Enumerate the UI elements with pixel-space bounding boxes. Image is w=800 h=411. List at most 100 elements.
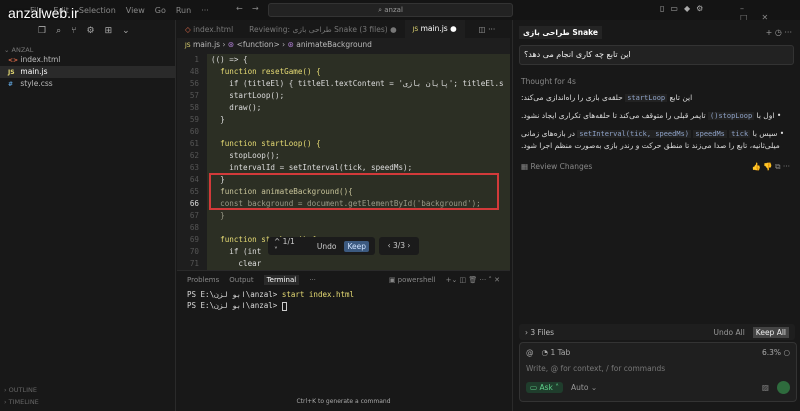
code-line: 67 }	[177, 210, 510, 222]
keep-button[interactable]: Keep	[344, 240, 369, 252]
menu-run[interactable]: Run	[176, 6, 191, 15]
line-number: 65	[189, 187, 199, 196]
layout-icons[interactable]: ▯▭◆⚙	[660, 4, 709, 13]
tab-label: main.js	[420, 24, 448, 33]
tab-problems[interactable]: Problems	[187, 276, 219, 284]
tab-main-js[interactable]: JS main.js ●	[404, 20, 465, 38]
breadcrumb-symbol[interactable]: animateBackground	[296, 40, 372, 49]
chat-panel: طراحی بازی Snake + ◷ ··· این تابع چه کاری…	[512, 20, 800, 411]
forward-arrow-icon[interactable]: →	[252, 4, 259, 13]
panel-more[interactable]: ···	[309, 276, 316, 284]
model-selector[interactable]: Auto ⌄	[571, 383, 597, 392]
outline-sections: › OUTLINE › TIMELINE	[4, 384, 39, 408]
timeline-header[interactable]: › TIMELINE	[4, 396, 39, 408]
undo-button[interactable]: Undo	[317, 242, 337, 251]
send-button[interactable]	[777, 381, 790, 394]
breadcrumb-function[interactable]: <function>	[237, 40, 280, 49]
tab-label: Reviewing: طراحی بازی Snake (3 files)	[249, 24, 388, 34]
line-number: 70	[189, 247, 199, 256]
files-label: 3 Files	[530, 327, 555, 337]
prompt: PS E:\ابو لزن\anzal>	[187, 290, 282, 299]
panel-tabs: Problems Output Terminal ··· ▣ powershel…	[177, 271, 510, 289]
extensions-icon[interactable]: ⚙	[87, 26, 95, 36]
chat-input[interactable]: Write, @ for context, / for commands	[520, 362, 796, 375]
panel-actions[interactable]: +⌄ ◫ 🗑 ··· ˄ ✕	[446, 276, 500, 284]
folder-name: ANZAL	[11, 46, 34, 54]
terminal-line[interactable]: PS E:\ابو لزن\anzal> start index.html	[177, 289, 510, 300]
outline-header[interactable]: › OUTLINE	[4, 384, 39, 396]
diff-count[interactable]: ^ 1/1 ˅	[274, 237, 295, 255]
code-line: 59 }	[177, 114, 510, 126]
terminal-line[interactable]: PS E:\ابو لزن\anzal>	[177, 300, 510, 311]
back-arrow-icon[interactable]: ←	[236, 4, 243, 13]
review-label: Review Changes	[530, 162, 593, 171]
keep-all-button[interactable]: Keep All	[752, 326, 789, 338]
line-number: 69	[189, 235, 199, 244]
mode-selector[interactable]: ▭ Ask ˄	[526, 382, 564, 393]
tab-index-html[interactable]: ◇ index.html	[177, 25, 241, 34]
menu-selection[interactable]: Selection	[79, 6, 116, 15]
split-editor-icon[interactable]: ◫ ···	[479, 25, 496, 34]
file-label: style.css	[20, 79, 53, 88]
review-changes[interactable]: ▦ Review Changes 👍 👎 ⧉ ···	[521, 162, 800, 171]
command: start index.html	[281, 290, 355, 299]
line-number: 56	[189, 79, 199, 88]
line-number: 62	[189, 151, 199, 160]
css-icon: #	[8, 81, 14, 88]
chat-actions-icons[interactable]: + ◷ ···	[766, 28, 792, 37]
menu-more[interactable]: ···	[201, 6, 209, 15]
file-main-js[interactable]: JS main.js	[0, 66, 175, 78]
file-index-html[interactable]: <> index.html	[0, 54, 175, 66]
code-line: 57 startLoop();	[177, 90, 510, 102]
shell-label: powershell	[397, 276, 436, 284]
at-icon[interactable]: @	[526, 348, 534, 357]
code-text	[207, 126, 510, 138]
code-text: }	[207, 114, 510, 126]
code-line: 56 if (titleEl) { titleEl.textContent = …	[177, 78, 510, 90]
thought-label[interactable]: Thought for 4s	[521, 77, 800, 86]
search-input[interactable]: ⌕ anzal	[268, 3, 513, 17]
explorer-sidebar: ❐ ⌕ ⑂ ⚙ ⊞ ⌄ ⌄ ANZAL <> index.html JS main.js …	[0, 20, 176, 411]
code-line: 58 draw();	[177, 102, 510, 114]
tab-terminal[interactable]: Terminal	[263, 275, 300, 285]
chevron-down-icon[interactable]: ⌄	[122, 26, 130, 36]
line-number: 68	[189, 223, 199, 232]
search-text: anzal	[384, 6, 403, 14]
highlight-box	[209, 173, 499, 210]
files-toggle[interactable]: › 3 Files	[525, 328, 554, 337]
shell-selector[interactable]: ▣ powershell	[389, 276, 436, 284]
code-line: 61 function startLoop() {	[177, 138, 510, 150]
tab-output[interactable]: Output	[229, 276, 253, 284]
js-icon: JS	[412, 26, 419, 33]
image-icon[interactable]: ▨	[762, 383, 769, 392]
line-number: 64	[189, 175, 199, 184]
tab-reviewing[interactable]: Reviewing: طراحی بازی Snake (3 files) ●	[241, 25, 404, 34]
line-number: 1	[194, 55, 199, 64]
changed-files-bar: › 3 Files Undo All Keep All	[519, 324, 795, 340]
search-icon[interactable]: ⌕	[56, 26, 61, 36]
editor: ◇ index.html Reviewing: طراحی بازی Snake…	[177, 20, 510, 270]
files-icon[interactable]: ❐	[38, 26, 46, 36]
user-question: این تابع چه کاری انجام می دهد؟	[519, 45, 794, 65]
feedback-icons[interactable]: 👍 👎 ⧉ ···	[752, 162, 790, 172]
folder-header[interactable]: ⌄ ANZAL	[4, 46, 175, 54]
watermark: anzalweb.ir	[8, 5, 79, 21]
line-number: 48	[189, 67, 199, 76]
source-control-icon[interactable]: ⑂	[71, 26, 76, 36]
file-nav[interactable]: ‹ 3/3 ›	[379, 237, 419, 255]
context-label: 1 Tab	[550, 348, 571, 357]
answer-bullet: • سپس با setInterval(tick, speedMs) spee…	[521, 129, 785, 150]
grid-icon[interactable]: ⊞	[105, 26, 113, 36]
menu-view[interactable]: View	[126, 6, 145, 15]
line-number: 63	[189, 163, 199, 172]
chat-title[interactable]: طراحی بازی Snake	[519, 26, 603, 39]
html-icon: ◇	[185, 24, 191, 34]
file-style-css[interactable]: # style.css	[0, 78, 175, 90]
undo-all-button[interactable]: Undo All	[714, 328, 745, 337]
code-line: 60	[177, 126, 510, 138]
code-text: function resetGame() {	[207, 66, 510, 78]
context-chip[interactable]: ◔ 1 Tab	[542, 348, 571, 357]
breadcrumb: JS main.js › ⊛ <function> › ⊛ animateBac…	[185, 40, 372, 49]
menu-go[interactable]: Go	[155, 6, 166, 15]
breadcrumb-file[interactable]: main.js	[193, 40, 220, 49]
